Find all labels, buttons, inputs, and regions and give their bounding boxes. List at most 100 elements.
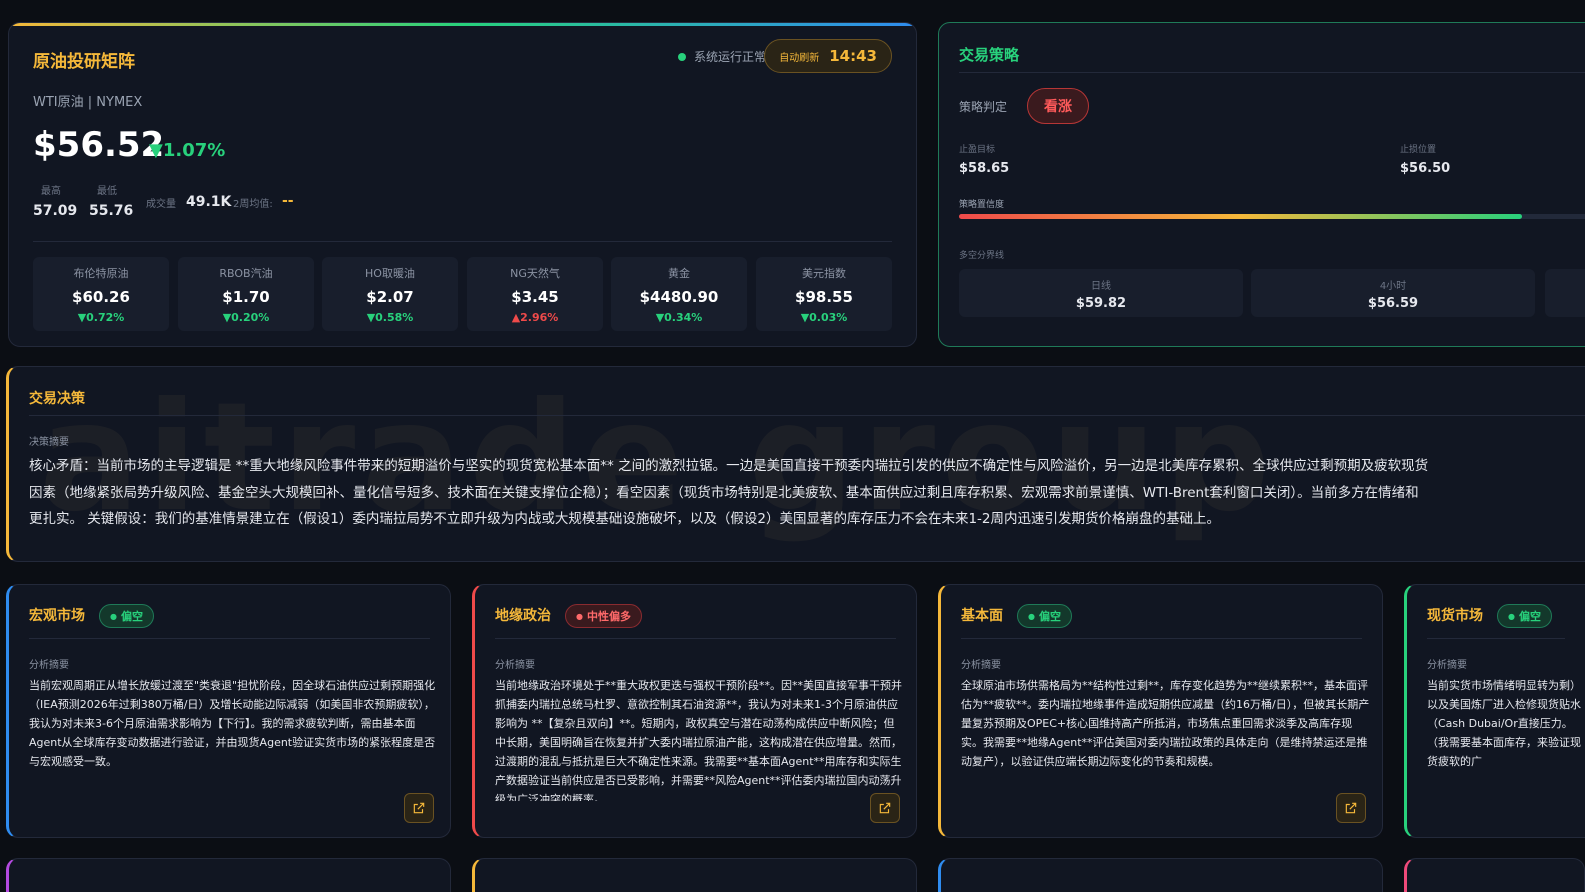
avg-label: 2周均值: — [233, 199, 273, 210]
divider — [33, 241, 892, 242]
tile-dxy[interactable]: 美元指数 $98.55 ▼0.03% — [756, 257, 892, 331]
card-body: 当前地缘政治环境处于**重大政权更迭与强权干预阶段**。因**美国直接军事干预并… — [495, 679, 902, 801]
volume-label: 成交量 — [146, 199, 176, 210]
decision-summary: 核心矛盾：当前市场的主导逻辑是 **重大地缘风险事件带来的短期溢价与坚实的现货宽… — [29, 453, 1585, 533]
tile-value: $4480.90 — [639, 288, 719, 306]
decision-title: 交易决策 — [29, 391, 85, 407]
badge-dot-icon: ● — [576, 611, 583, 621]
tile-value: $98.55 — [795, 288, 853, 306]
card-title: 基本面 — [961, 608, 1003, 624]
badge-label: 偏空 — [1518, 610, 1541, 623]
card-spot: 现货市场 ● 偏空 分析摘要 当前实货市场情绪明显转为剩）以及美国炼厂进入检修现货… — [1404, 584, 1585, 838]
open-detail-button[interactable] — [870, 793, 900, 823]
tile-name: NG天然气 — [510, 267, 560, 280]
decision-line: 核心矛盾：当前市场的主导逻辑是 **重大地缘风险事件带来的短期溢价与坚实的现货宽… — [29, 458, 1429, 474]
confidence-fill — [959, 214, 1523, 219]
tile-gold[interactable]: 黄金 $4480.90 ▼0.34% — [611, 257, 747, 331]
external-link-icon — [879, 802, 891, 814]
decision-line: 因素（地缘紧张局势升级风险、基金空头大规模回补、量化信号短多、技术面在关键支撑位… — [29, 484, 1419, 501]
card-body: 当前宏观周期正从增长放缓过渡至"类衰退"担忧阶段，因全球石油供应过剩预期强化（I… — [29, 679, 436, 768]
high-label: 最高 — [41, 186, 61, 197]
badge-dot-icon: ● — [110, 611, 117, 621]
auto-refresh-button[interactable]: 自动刷新 14:43 — [764, 39, 892, 73]
tile-change: ▼0.58% — [366, 311, 414, 324]
sentiment-badge: ● 偏空 — [1017, 604, 1072, 628]
tile-change: ▼0.34% — [655, 311, 703, 324]
badge-label: 偏空 — [120, 610, 143, 623]
stop-loss-value: $56.50 — [1400, 161, 1451, 176]
judgement-label: 策略判定 — [959, 100, 1008, 114]
card-title: 宏观市场 — [29, 608, 85, 624]
take-profit-value: $58.65 — [959, 161, 1010, 176]
badge-dot-icon: ● — [1028, 611, 1035, 621]
sentiment-badge: ● 偏空 — [1497, 604, 1552, 628]
take-profit-label: 止盈目标 — [959, 145, 996, 155]
judgement-badge: 看涨 — [1027, 88, 1089, 124]
strategy-panel: 交易策略 策略判定 看涨 止盈目标 $58.65 止损位置 $56.50 策略置… — [938, 22, 1585, 347]
tile-brent[interactable]: 布伦特原油 $60.26 ▼0.72% — [33, 257, 169, 331]
tile-value: $60.26 — [72, 288, 130, 306]
card-partial — [1404, 858, 1585, 892]
avg-value: -- — [282, 193, 294, 209]
tile-value: $1.70 — [222, 288, 270, 306]
summary-label: 分析摘要 — [29, 660, 69, 671]
page-title: 原油投研矩阵 — [33, 52, 135, 72]
market-panel: 原油投研矩阵 系统运行正常 自动刷新 14:43 WTI原油 | NYMEX $… — [8, 22, 917, 347]
tile-change: ▼0.03% — [800, 311, 848, 324]
tile-value: $2.07 — [366, 288, 414, 306]
card-partial — [472, 858, 917, 892]
divide-line-label: 多空分界线 — [959, 251, 1005, 261]
volume-value: 49.1K — [186, 194, 232, 210]
low-label: 最低 — [97, 186, 117, 197]
low-value: 55.76 — [89, 203, 134, 219]
card-title: 现货市场 — [1427, 608, 1483, 624]
tile-value: $3.45 — [511, 288, 559, 306]
price-change: ▼1.07% — [149, 140, 226, 161]
sentiment-badge: ● 中性偏多 — [565, 604, 642, 628]
tile-ng[interactable]: NG天然气 $3.45 ▲2.96% — [467, 257, 603, 331]
card-body: 全球原油市场供需格局为**结构性过剩**，库存变化趋势为**继续累积**，基本面… — [961, 679, 1370, 768]
card-body: 当前实货市场情绪明显转为剩）以及美国炼厂进入检修现货贴水（Cash Dubai/… — [1427, 679, 1581, 768]
card-fundamentals: 基本面 ● 偏空 分析摘要 全球原油市场供需格局为**结构性过剩**，库存变化趋势… — [938, 584, 1383, 838]
tile-ho[interactable]: HO取暖油 $2.07 ▼0.58% — [322, 257, 458, 331]
tile-name: HO取暖油 — [365, 267, 415, 280]
status-text: 系统运行正常 — [693, 50, 766, 64]
badge-label: 中性偏多 — [586, 610, 631, 623]
sentiment-badge: ● 偏空 — [99, 604, 154, 628]
instrument-subtitle: WTI原油 | NYMEX — [33, 95, 143, 110]
summary-label: 分析摘要 — [961, 660, 1001, 671]
decision-panel: aitrade group 交易决策 决策摘要 核心矛盾：当前市场的主导逻辑是 … — [6, 366, 1585, 562]
open-detail-button[interactable] — [1336, 793, 1366, 823]
divider — [29, 638, 430, 639]
open-detail-button[interactable] — [404, 793, 434, 823]
card-title: 地缘政治 — [495, 608, 551, 624]
divider — [1427, 638, 1565, 639]
status-dot-icon — [677, 52, 686, 61]
confidence-bar — [959, 214, 1585, 219]
tile-name: 布伦特原油 — [73, 267, 129, 280]
external-link-icon — [413, 802, 425, 814]
summary-label: 分析摘要 — [1427, 660, 1467, 671]
external-link-icon — [1345, 802, 1357, 814]
level-value: $59.82 — [1075, 296, 1127, 311]
badge-label: 偏空 — [1038, 610, 1061, 623]
tile-change: ▼0.20% — [222, 311, 270, 324]
summary-label: 分析摘要 — [495, 660, 535, 671]
level-name: 日线 — [1091, 281, 1111, 292]
refresh-time: 14:43 — [829, 47, 877, 65]
divider — [959, 72, 1585, 73]
system-status: 系统运行正常 — [677, 48, 766, 65]
level-name: 4小时 — [1379, 281, 1407, 292]
level-daily: 日线 $59.82 — [959, 269, 1243, 317]
level-4h: 4小时 $56.59 — [1251, 269, 1535, 317]
card-geopolitics: 地缘政治 ● 中性偏多 分析摘要 当前地缘政治环境处于**重大政权更迭与强权干预阶… — [472, 584, 917, 838]
card-partial — [938, 858, 1383, 892]
level-value: $56.59 — [1367, 296, 1419, 311]
decision-summary-label: 决策摘要 — [29, 437, 69, 448]
high-value: 57.09 — [33, 203, 78, 219]
card-macro: 宏观市场 ● 偏空 分析摘要 当前宏观周期正从增长放缓过渡至"类衰退"担忧阶段，因… — [6, 584, 451, 838]
tile-rbob[interactable]: RBOB汽油 $1.70 ▼0.20% — [178, 257, 314, 331]
tile-name: RBOB汽油 — [219, 267, 273, 280]
tile-change: ▼0.72% — [77, 311, 125, 324]
stop-loss-label: 止损位置 — [1400, 145, 1437, 155]
